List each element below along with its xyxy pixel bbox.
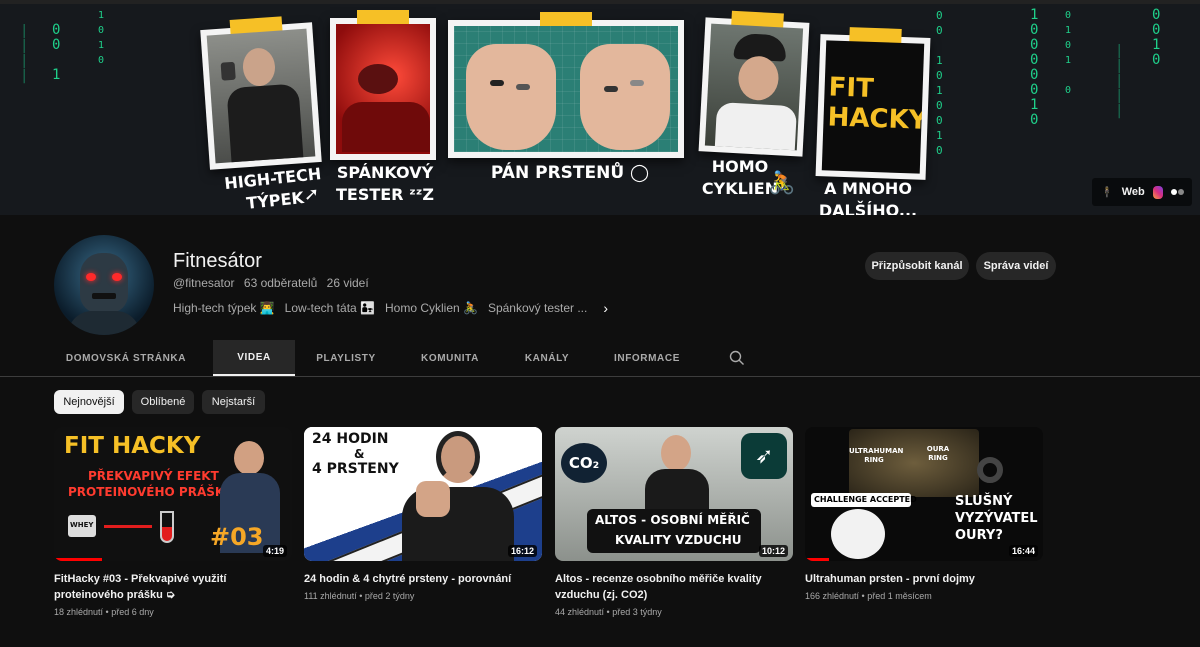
matrix-rain: | | | | | [1115,43,1124,119]
matrix-rain: 0 1 0 1 0 [1065,10,1072,96]
matrix-rain: 0 0 1 0 [1152,7,1161,68]
description-item: High-tech týpek 👨‍💻 [173,301,275,315]
view-count: 111 zhlédnutí [304,591,357,601]
description-item: Homo Cyklien 🚴 [384,301,478,315]
banner-caption: SPÁNKOVÝ TESTER ᶻᶻZ [335,163,435,204]
video-meta: 44 zhlédnutí • před 3 týdny [555,607,662,617]
channel-name: Fitnesátor [173,250,262,272]
cursor-icon: ➚ [304,184,320,204]
search-icon [729,350,744,365]
tab-playlists[interactable]: PLAYLISTY [304,340,388,376]
watch-progress [54,558,102,561]
video-card[interactable]: CO₂ ➶ ALTOS - OSOBNÍ MĚŘIČ KVALITY VZDUC… [555,427,793,617]
matrix-rain: 1 0 0 0 0 0 1 0 [1030,7,1039,128]
matrix-rain: | | | | [20,23,29,84]
chip-newest[interactable]: Nejnovější [54,390,124,414]
thumb-text: PROTEINOVÉHO PRÁŠKU [68,485,234,499]
photo-card-cyclist [698,10,810,157]
instagram-icon[interactable] [1152,185,1163,199]
thumb-text: #03 [210,523,264,551]
video-card[interactable]: 24 HODIN & 4 PRSTENY 16:12 24 hodin & 4 … [304,427,542,601]
thumb-text: 24 HODIN [312,431,389,447]
video-title[interactable]: Ultrahuman prsten - první dojmy [805,571,1043,587]
channel-description[interactable]: High-tech týpek 👨‍💻 Low-tech táta 👨‍👧 Ho… [173,300,608,316]
video-title[interactable]: 24 hodin & 4 chytré prsteny - porovnání [304,571,542,587]
photo-card-sleep [330,10,436,160]
subscriber-count: 63 odběratelů [243,276,318,290]
upload-age: před 1 měsícem [867,591,932,601]
tab-search[interactable] [722,340,752,376]
video-card[interactable]: FIT HACKY PŘEKVAPIVÝ EFEKT PROTEINOVÉHO … [54,427,292,617]
channel-banner: 0 0 1 | | | | 1 0 1 0 0 0 1 0 1 0 0 1 0 … [0,0,1200,215]
video-duration: 4:19 [262,545,287,557]
video-title[interactable]: FitHacky #03 - Překvapivé využití protei… [54,571,292,603]
customize-channel-button[interactable]: Přizpůsobit kanál [865,252,969,280]
banner-caption: PÁN PRSTENŮ ◯ [490,163,650,183]
photo-card-hightech [200,16,322,170]
description-item: Spánkový tester ... [487,301,588,315]
thumb-text: WHEY [70,521,94,529]
thumb-text: KVALITY VZDUCHU [615,533,742,547]
banner-caption: A MNOHO DALŠÍHO... [818,179,918,215]
channel-meta: @fitnesator 63 odběratelů 26 videí [173,276,375,290]
thumb-text: & [354,447,365,461]
photo-card-fithacky: FIT HACKY [815,27,931,180]
channel-tabs: DOMOVSKÁ STRÁNKA VIDEA PLAYLISTY KOMUNIT… [0,340,1200,377]
chip-popular[interactable]: Oblíbené [132,390,194,414]
bicycle-icon: 🚴 [768,170,796,195]
web-link[interactable]: Web [1122,186,1145,198]
chip-oldest[interactable]: Nejstarší [202,390,265,414]
fit-hacky-card-text: FIT HACKY [827,72,925,136]
tab-videos[interactable]: VIDEA [213,340,295,376]
matrix-rain: 1 0 1 0 [98,10,105,66]
co2-label: CO₂ [568,454,600,472]
matrix-rain: 0 0 1 [52,22,61,83]
thumb-text: CHALLENGE ACCEPTED [814,495,917,504]
video-meta: 166 zhlédnutí • před 1 měsícem [805,591,932,601]
watch-progress [805,558,829,561]
photo-card-rings [448,12,684,158]
thumb-text: ALTOS - OSOBNÍ MĚŘIČ [595,513,750,527]
description-item: Low-tech táta 👨‍👧 [284,301,375,315]
video-thumbnail[interactable]: 24 HODIN & 4 PRSTENY 16:12 [304,427,542,561]
upload-age: před 2 týdny [364,591,415,601]
channel-handle: @fitnesator [173,276,235,290]
rocket-icon: ➶ [755,443,774,468]
video-thumbnail[interactable]: CO₂ ➶ ALTOS - OSOBNÍ MĚŘIČ KVALITY VZDUC… [555,427,793,561]
video-title[interactable]: Altos - recenze osobního měřiče kvality … [555,571,793,603]
tab-channels[interactable]: KANÁLY [510,340,584,376]
video-thumbnail[interactable]: FIT HACKY PŘEKVAPIVÝ EFEKT PROTEINOVÉHO … [54,427,292,561]
thumb-text: FIT HACKY [64,433,201,459]
web-link-icon[interactable]: 🕴 [1100,186,1114,199]
flickr-icon[interactable] [1171,189,1184,195]
video-thumbnail[interactable]: ULTRAHUMAN RING OURA RING CHALLENGE ACCE… [805,427,1043,561]
thumb-text: SLUŠNÝ VYZÝVATEL OURY? [955,494,1038,543]
view-count: 18 zhlédnutí [54,607,104,617]
view-count: 166 zhlédnutí [805,591,860,601]
view-count: 44 zhlédnutí [555,607,605,617]
thumb-text: PŘEKVAPIVÝ EFEKT [88,469,219,483]
thumb-text: ULTRAHUMAN RING [849,447,904,464]
manage-videos-button[interactable]: Správa videí [976,252,1056,280]
tab-about[interactable]: INFORMACE [604,340,690,376]
upload-age: před 3 týdny [612,607,662,617]
banner-links: 🕴 Web [1092,178,1192,206]
video-duration: 10:12 [758,545,788,557]
video-meta: 111 zhlédnutí • před 2 týdny [304,591,415,601]
thumb-text: 4 PRSTENY [312,461,399,477]
chevron-right-icon[interactable]: › [603,300,608,316]
thumb-text: OURA RING [926,445,950,462]
tab-community[interactable]: KOMUNITA [408,340,492,376]
upload-age: před 6 dny [111,607,154,617]
matrix-rain: 0 0 1 0 1 0 0 1 0 [936,9,943,157]
channel-avatar[interactable] [54,235,154,335]
video-card[interactable]: ULTRAHUMAN RING OURA RING CHALLENGE ACCE… [805,427,1043,601]
video-count: 26 videí [326,276,369,290]
video-duration: 16:44 [1008,545,1038,557]
video-duration: 16:12 [507,545,537,557]
video-meta: 18 zhlédnutí • před 6 dny [54,607,154,617]
tab-home[interactable]: DOMOVSKÁ STRÁNKA [62,340,190,376]
